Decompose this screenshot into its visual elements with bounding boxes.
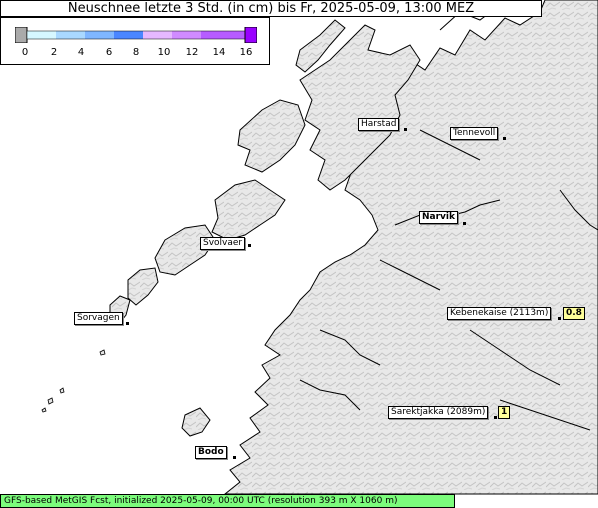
place-label-svolvaer[interactable]: Svolvaer (200, 237, 246, 250)
island-vestvagoy (154, 224, 216, 276)
place-label-bodo[interactable]: Bodo (195, 446, 227, 459)
place-label-sorvagen[interactable]: Sorvagen (74, 312, 123, 325)
legend-tick: 4 (77, 47, 85, 58)
place-marker (503, 137, 506, 140)
place-label-tennevoll[interactable]: Tennevoll (450, 127, 499, 140)
snow-value-kebnekaise: 0.8 (563, 307, 585, 320)
place-label-sarektjakka[interactable]: Sarektjakka (2089m) (388, 406, 489, 419)
island-austvagoya (211, 179, 286, 241)
legend-tick: 8 (132, 47, 140, 58)
legend-colorbar (15, 27, 257, 43)
place-marker (404, 128, 407, 131)
island-southwest (181, 407, 211, 437)
model-info-footer: GFS-based MetGIS Fcst, initialized 2025-… (0, 494, 455, 508)
island-flakstad (127, 267, 159, 306)
legend-tick: 16 (239, 47, 253, 58)
place-label-harstad[interactable]: Harstad (358, 118, 400, 131)
legend-tick: 2 (50, 47, 58, 58)
map-canvas[interactable] (0, 0, 598, 508)
legend-tick: 6 (105, 47, 113, 58)
place-label-narvik[interactable]: Narvik (419, 211, 458, 224)
place-label-kebnekaise[interactable]: Kebenekaise (2113m) (447, 307, 552, 320)
place-marker (463, 222, 466, 225)
place-marker (233, 456, 236, 459)
place-marker (558, 317, 561, 320)
legend-tick: 14 (212, 47, 226, 58)
place-marker (248, 244, 251, 247)
snow-value-sarektjakka: 1 (498, 406, 511, 419)
legend-tick: 0 (21, 47, 29, 58)
map-title: Neuschnee letzte 3 Std. (in cm) bis Fr, … (0, 0, 542, 17)
place-marker (494, 416, 497, 419)
island-langoya (237, 99, 306, 173)
legend-tick: 10 (157, 47, 171, 58)
legend: 0 2 4 6 8 10 12 14 16 (0, 17, 270, 65)
place-marker (126, 322, 129, 325)
legend-tick: 12 (185, 47, 199, 58)
